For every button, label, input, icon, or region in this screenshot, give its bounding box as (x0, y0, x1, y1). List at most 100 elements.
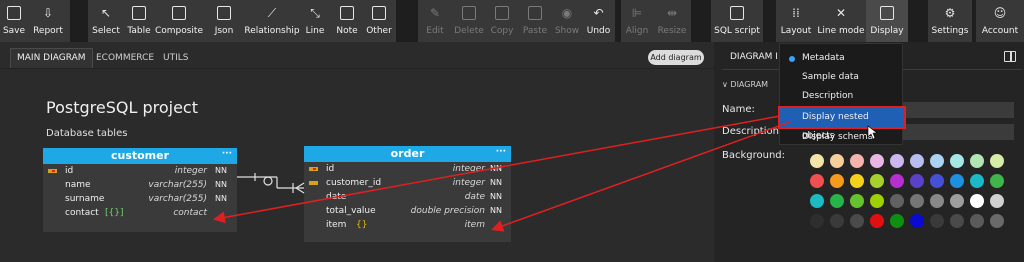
line-button[interactable]: ⤡ Line (300, 0, 330, 42)
table-row[interactable]: item {} item (304, 218, 511, 232)
color-swatch[interactable] (830, 154, 844, 168)
panel-tab-diagram[interactable]: DIAGRAM I (730, 52, 778, 62)
menu-item-metadata[interactable]: Metadata (780, 49, 904, 68)
add-diagram-button[interactable]: Add diagram (648, 50, 704, 65)
show-button[interactable]: ◉ Show (552, 0, 582, 42)
order-table[interactable]: order ··· id integer NN customer_id inte… (304, 146, 511, 242)
customer-table-header[interactable]: customer ··· (43, 148, 237, 164)
composite-button[interactable]: Composite (154, 0, 204, 42)
table-row[interactable]: date date NN (304, 190, 511, 204)
color-swatch[interactable] (950, 174, 964, 188)
note-button[interactable]: Note (332, 0, 362, 42)
color-swatch[interactable] (830, 214, 844, 228)
color-swatch[interactable] (950, 214, 964, 228)
tab-ecommerce[interactable]: ECOMMERCE (96, 49, 154, 69)
tab-utils[interactable]: UTILS (163, 49, 188, 69)
color-swatch[interactable] (810, 174, 824, 188)
order-table-header[interactable]: order ··· (304, 146, 511, 162)
relationship-line[interactable] (237, 170, 307, 200)
relationship-icon: ⟋ (267, 6, 277, 20)
color-swatch[interactable] (990, 154, 1004, 168)
table-row[interactable]: name varchar(255) NN (43, 178, 237, 192)
color-swatch[interactable] (950, 194, 964, 208)
color-swatch[interactable] (910, 174, 924, 188)
account-button[interactable]: ☺ Account (976, 0, 1024, 42)
color-swatch[interactable] (850, 154, 864, 168)
paste-button[interactable]: Paste (518, 0, 552, 42)
copy-button[interactable]: Copy (486, 0, 518, 42)
toolbar-group-align: ⊫ Align ⇹ Resize (621, 0, 691, 42)
color-swatch[interactable] (970, 194, 984, 208)
color-swatch[interactable] (970, 214, 984, 228)
toolbar-group-edit: ✎ Edit Delete Copy Paste ◉ Show ↶ Undo (418, 0, 615, 42)
menu-item-description[interactable]: Description (780, 87, 904, 106)
panel-toggle-icon[interactable] (1004, 51, 1016, 62)
table-row[interactable]: id integer NN (304, 162, 511, 176)
table-button[interactable]: Table (124, 0, 154, 42)
color-swatch[interactable] (810, 154, 824, 168)
json-button[interactable]: Json (204, 0, 244, 42)
color-swatch[interactable] (870, 154, 884, 168)
table-row[interactable]: customer_id integer NN (304, 176, 511, 190)
table-menu-icon[interactable]: ··· (496, 144, 506, 160)
line-mode-button[interactable]: ✕ Line mode (816, 0, 866, 42)
menu-item-display-nested-objects[interactable]: Display nested objects (778, 106, 906, 141)
select-button[interactable]: ↖ Select (88, 0, 124, 42)
color-swatch[interactable] (890, 194, 904, 208)
color-swatch[interactable] (990, 174, 1004, 188)
color-swatch[interactable] (850, 174, 864, 188)
display-button[interactable]: Display (866, 0, 908, 42)
resize-button[interactable]: ⇹ Resize (653, 0, 691, 42)
color-swatch[interactable] (870, 194, 884, 208)
note-icon (340, 6, 354, 20)
color-swatch[interactable] (910, 154, 924, 168)
color-swatch[interactable] (830, 174, 844, 188)
table-row[interactable]: id integer NN (43, 164, 237, 178)
panel-section-title[interactable]: ∨ DIAGRAM (722, 80, 768, 89)
color-swatch[interactable] (850, 194, 864, 208)
save-button[interactable]: Save (0, 0, 28, 42)
color-swatch[interactable] (990, 214, 1004, 228)
table-menu-icon[interactable]: ··· (222, 146, 232, 162)
menu-item-display-schema[interactable]: Display schema (780, 128, 904, 147)
menu-item-sample-data[interactable]: Sample data (780, 68, 904, 87)
color-swatch[interactable] (930, 214, 944, 228)
customer-table[interactable]: customer ··· id integer NN name varchar(… (43, 148, 237, 232)
align-button[interactable]: ⊫ Align (621, 0, 653, 42)
table-row[interactable]: total_value double precision NN (304, 204, 511, 218)
color-swatch[interactable] (990, 194, 1004, 208)
color-swatch[interactable] (970, 154, 984, 168)
color-swatch[interactable] (890, 214, 904, 228)
color-swatch[interactable] (930, 194, 944, 208)
edit-button[interactable]: ✎ Edit (418, 0, 452, 42)
settings-button[interactable]: ⚙ Settings (928, 0, 972, 42)
relationship-button[interactable]: ⟋ Relationship (244, 0, 300, 42)
description-label: Description: (722, 126, 783, 137)
color-swatch[interactable] (870, 214, 884, 228)
color-swatch[interactable] (810, 214, 824, 228)
tab-main-diagram[interactable]: MAIN DIAGRAM (10, 48, 93, 68)
undo-button[interactable]: ↶ Undo (582, 0, 615, 42)
color-swatch[interactable] (970, 174, 984, 188)
color-swatch[interactable] (830, 194, 844, 208)
layout-button[interactable]: ⁞⁞ Layout (776, 0, 816, 42)
diagram-canvas[interactable]: MAIN DIAGRAM ECOMMERCE UTILS Add diagram… (0, 42, 714, 262)
color-swatch[interactable] (930, 174, 944, 188)
color-swatch[interactable] (850, 214, 864, 228)
sql-script-button[interactable]: SQL script (711, 0, 763, 42)
display-menu: Metadata Sample data Description Display… (778, 43, 906, 147)
table-row[interactable]: contact [{}] contact (43, 206, 237, 220)
color-swatch[interactable] (890, 154, 904, 168)
color-swatch[interactable] (870, 174, 884, 188)
table-row[interactable]: surname varchar(255) NN (43, 192, 237, 206)
color-swatch[interactable] (910, 194, 924, 208)
color-swatch[interactable] (890, 174, 904, 188)
resize-icon: ⇹ (666, 6, 678, 20)
color-swatch[interactable] (950, 154, 964, 168)
color-swatch[interactable] (930, 154, 944, 168)
color-swatch[interactable] (910, 214, 924, 228)
color-swatch[interactable] (810, 194, 824, 208)
other-button[interactable]: Other (362, 0, 396, 42)
report-button[interactable]: ⇩ Report (28, 0, 68, 42)
delete-button[interactable]: Delete (452, 0, 486, 42)
